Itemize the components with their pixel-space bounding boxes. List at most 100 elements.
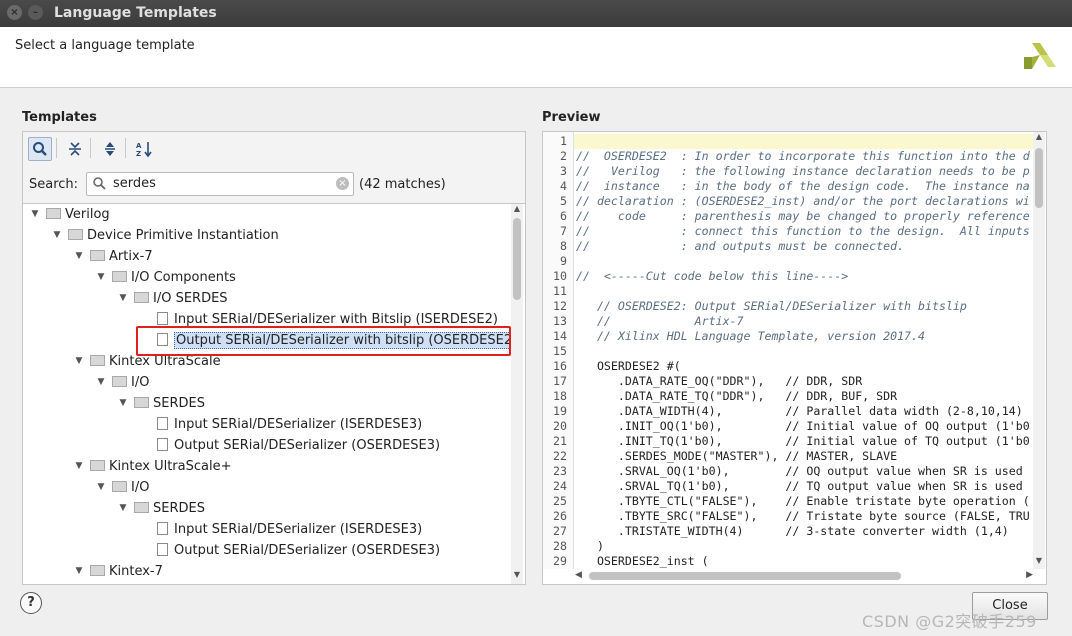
line-text: .TBYTE_CTL("FALSE"), // Enable tristate … (576, 494, 1030, 508)
folder-icon (112, 376, 127, 387)
preview-section-label: Preview (542, 110, 601, 125)
chevron-down-icon[interactable]: ▼ (117, 288, 129, 309)
scroll-left-icon[interactable]: ◀ (575, 570, 582, 580)
chevron-down-icon[interactable]: ▼ (117, 498, 129, 519)
scroll-down-icon[interactable]: ▼ (1033, 556, 1045, 565)
chevron-down-icon[interactable]: ▼ (73, 561, 85, 582)
watermark-text: CSDN @G2突破手259 (862, 612, 1037, 631)
expand-all-icon (105, 142, 115, 156)
close-window-icon[interactable]: × (7, 5, 22, 20)
help-button[interactable]: ? (20, 592, 42, 614)
line-text: .DATA_RATE_OQ("DDR"), // DDR, SDR (576, 374, 863, 388)
tree-node-kintex-ultrascale-plus[interactable]: ▼ Kintex UltraScale+ (73, 456, 232, 477)
line-text: .TRISTATE_WIDTH(4) // 3-state converter … (576, 524, 1009, 538)
sort-az-icon: AZ (136, 142, 152, 158)
svg-text:A: A (136, 142, 142, 150)
line-number: 6 (560, 209, 567, 223)
clear-search-icon[interactable]: × (336, 177, 349, 190)
scroll-right-icon[interactable]: ▶ (1026, 570, 1033, 580)
line-number: 16 (553, 359, 567, 373)
line-number: 15 (553, 344, 567, 358)
line-number: 24 (553, 479, 567, 493)
svg-text:Z: Z (136, 150, 141, 158)
line-text: .INIT_OQ(1'b0), // Initial value of OQ o… (576, 419, 1030, 433)
scroll-up-icon[interactable]: ▲ (1033, 132, 1045, 141)
chevron-down-icon[interactable]: ▼ (51, 225, 63, 246)
folder-icon (134, 502, 149, 513)
line-number: 3 (560, 164, 567, 178)
line-text: OSERDESE2_inst ( (576, 554, 709, 568)
file-icon (157, 312, 168, 325)
tree-node-io-components[interactable]: ▼ I/O Components (95, 267, 236, 288)
sort-button[interactable]: AZ (132, 137, 156, 161)
scroll-up-icon[interactable]: ▲ (511, 204, 523, 213)
templates-toolbar: AZ (22, 131, 526, 166)
search-row: Search: serdes × (42 matches) (22, 165, 526, 203)
search-input-value: serdes (113, 176, 156, 191)
tree-node-serdes[interactable]: ▼ SERDES (117, 498, 205, 519)
folder-icon (90, 460, 105, 471)
line-number: 9 (560, 254, 567, 268)
tree-node-device-primitive-instantiation[interactable]: ▼ Device Primitive Instantiation (51, 225, 279, 246)
line-number: 17 (553, 374, 567, 388)
tree-node-kintex-7[interactable]: ▼ Kintex-7 (73, 561, 163, 582)
chevron-down-icon[interactable]: ▼ (73, 246, 85, 267)
line-text: .TBYTE_SRC("FALSE"), // Tristate byte so… (576, 509, 1030, 523)
chevron-down-icon[interactable]: ▼ (95, 267, 107, 288)
tree-node-artix-7[interactable]: ▼ Artix-7 (73, 246, 153, 267)
line-text: // : connect this function to the design… (576, 224, 1030, 238)
collapse-all-icon (69, 142, 81, 156)
tree-node-io-serdes[interactable]: ▼ I/O SERDES (117, 288, 228, 309)
tree-item-oserdese3[interactable]: Output SERial/DESerializer (OSERDESE3) (157, 435, 440, 456)
search-icon (93, 177, 106, 190)
tree-node-io[interactable]: ▼ I/O (95, 477, 150, 498)
folder-icon (90, 250, 105, 261)
chevron-down-icon[interactable]: ▼ (95, 372, 107, 393)
line-number: 19 (553, 404, 567, 418)
line-number: 5 (560, 194, 567, 208)
search-toggle-button[interactable] (28, 137, 52, 161)
collapse-all-button[interactable] (63, 137, 87, 161)
tree-item-iserdese3[interactable]: Input SERial/DESerializer (ISERDESE3) (157, 414, 422, 435)
folder-icon (90, 355, 105, 366)
line-text: // Verilog : the following instance decl… (576, 164, 1030, 178)
minimize-window-icon[interactable]: – (28, 5, 43, 20)
preview-panel: 1 2 // OSERDESE2 : In order to incorporate… (542, 131, 1047, 585)
line-number: 1 (560, 134, 567, 148)
line-number: 28 (553, 539, 567, 553)
scroll-thumb[interactable] (589, 572, 901, 580)
chevron-down-icon[interactable]: ▼ (29, 204, 41, 225)
tree-node-io[interactable]: ▼ I/O (95, 372, 150, 393)
folder-icon (68, 229, 83, 240)
preview-horizontal-scrollbar[interactable]: ◀ ▶ (575, 570, 1033, 582)
dialog-header: Select a language template (0, 27, 1072, 88)
code-preview[interactable]: 1 2 // OSERDESE2 : In order to incorporate… (543, 132, 1033, 569)
line-number: 10 (553, 269, 567, 283)
chevron-down-icon[interactable]: ▼ (73, 351, 85, 372)
tree-item-oserdese3[interactable]: Output SERial/DESerializer (OSERDESE3) (157, 540, 440, 561)
scroll-down-icon[interactable]: ▼ (511, 570, 523, 579)
chevron-down-icon[interactable]: ▼ (73, 456, 85, 477)
window-title: Language Templates (54, 5, 217, 21)
tree-node-serdes[interactable]: ▼ SERDES (117, 393, 205, 414)
file-icon (157, 543, 168, 556)
tree-vertical-scrollbar[interactable]: ▲ ▼ (511, 204, 523, 584)
line-number: 21 (553, 434, 567, 448)
search-input[interactable]: serdes × (86, 172, 354, 196)
scroll-thumb[interactable] (513, 218, 521, 300)
chevron-down-icon[interactable]: ▼ (117, 393, 129, 414)
preview-vertical-scrollbar[interactable]: ▲ ▼ (1033, 132, 1045, 569)
line-text: // <-----Cut code below this line----> (576, 269, 849, 283)
line-text: // Artix-7 (576, 314, 744, 328)
chevron-down-icon[interactable]: ▼ (95, 477, 107, 498)
line-text: // Xilinx HDL Language Template, version… (576, 329, 926, 343)
expand-all-button[interactable] (98, 137, 122, 161)
search-label: Search: (29, 177, 79, 192)
tree-item-iserdese3[interactable]: Input SERial/DESerializer (ISERDESE3) (157, 519, 422, 540)
scroll-thumb[interactable] (1035, 148, 1043, 208)
tree-node-verilog[interactable]: ▼ Verilog (29, 204, 110, 225)
line-number: 22 (553, 449, 567, 463)
line-number: 8 (560, 239, 567, 253)
line-text: // OSERDESE2: Output SERial/DESerializer… (576, 299, 967, 313)
line-number: 12 (553, 299, 567, 313)
